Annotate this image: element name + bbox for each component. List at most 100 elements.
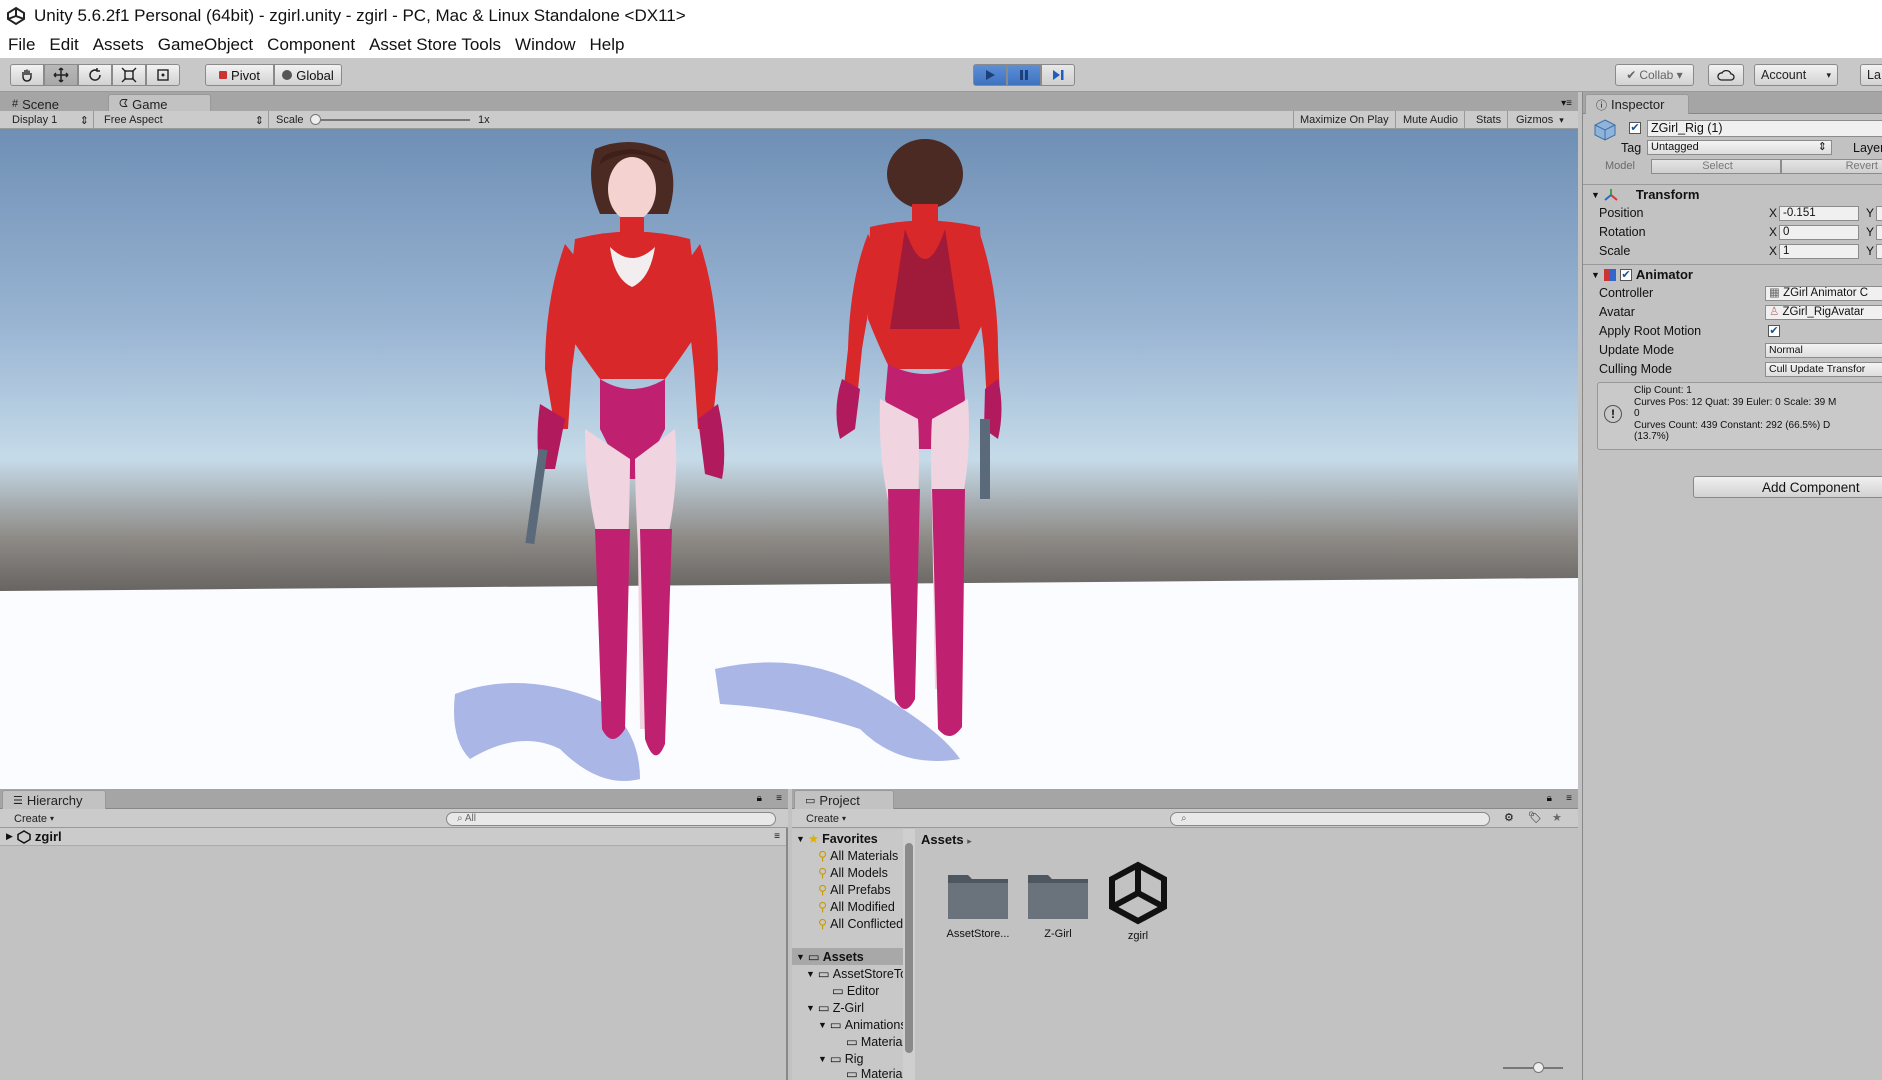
- asset-size-slider-thumb[interactable]: [1533, 1062, 1544, 1073]
- menu-edit[interactable]: Edit: [49, 35, 78, 55]
- active-checkbox[interactable]: ✔: [1629, 122, 1641, 134]
- tree-item[interactable]: ▼ ▭ Animations: [818, 1016, 907, 1033]
- controller-field[interactable]: ▦ ZGirl Animator C: [1765, 286, 1882, 301]
- pivot-button[interactable]: Pivot: [205, 64, 274, 86]
- collapse-arrow-icon: ▼: [1591, 189, 1600, 200]
- model-select-button[interactable]: Select: [1651, 159, 1781, 174]
- position-y-field[interactable]: [1876, 206, 1882, 221]
- list-icon: ☰: [13, 794, 23, 807]
- animator-header[interactable]: ▼ ✔ Animator: [1583, 264, 1882, 284]
- folder-icon: [948, 875, 1008, 919]
- gizmos-dropdown[interactable]: Gizmos ▾: [1510, 111, 1570, 129]
- hand-tool-button[interactable]: [10, 64, 44, 86]
- culling-mode-dropdown[interactable]: Cull Update Transfor: [1765, 362, 1882, 377]
- asset-size-slider[interactable]: [1503, 1062, 1563, 1073]
- scale-label: Scale: [276, 114, 304, 126]
- menu-assets[interactable]: Assets: [93, 35, 144, 55]
- mute-audio-toggle[interactable]: Mute Audio: [1397, 111, 1466, 129]
- favorites-header[interactable]: ▼ ★ Favorites: [792, 830, 878, 847]
- menu-file[interactable]: File: [8, 35, 35, 55]
- layers-dropdown[interactable]: La: [1860, 64, 1882, 86]
- menu-asset-store-tools[interactable]: Asset Store Tools: [369, 35, 501, 55]
- add-component-button[interactable]: Add Component: [1693, 476, 1882, 498]
- account-dropdown[interactable]: Account ▾: [1754, 64, 1838, 86]
- tree-item[interactable]: ⚲ All Modified: [818, 898, 895, 915]
- tree-scrollbar[interactable]: [903, 829, 915, 1080]
- tag-dropdown[interactable]: Untagged ⇕: [1647, 140, 1832, 155]
- hierarchy-scene-row[interactable]: ▶ zgirl ≡: [0, 828, 786, 846]
- panel-menu-icon[interactable]: ≡: [776, 793, 782, 804]
- step-button[interactable]: [1041, 64, 1075, 86]
- tab-hierarchy[interactable]: ☰ Hierarchy: [2, 790, 106, 809]
- dropdown-arrow-icon: ▾: [1826, 69, 1831, 80]
- asset-item[interactable]: AssetStore...: [933, 869, 1023, 940]
- panel-menu-icon[interactable]: ≡: [1566, 793, 1572, 804]
- filter-by-label-icon[interactable]: 🏷︎: [1528, 811, 1542, 824]
- asset-item[interactable]: Z-Girl: [1013, 869, 1103, 940]
- menu-help[interactable]: Help: [590, 35, 625, 55]
- tree-item[interactable]: ⚲ All Conflicted: [818, 915, 903, 932]
- tree-item[interactable]: ⚲ All Models: [818, 864, 888, 881]
- row-menu-icon[interactable]: ≡: [774, 831, 780, 842]
- scale-slider-thumb[interactable]: [310, 114, 321, 125]
- display-dropdown[interactable]: Display 1 ⇕: [6, 111, 94, 129]
- filter-by-type-icon[interactable]: ⚙: [1504, 811, 1514, 824]
- tree-item[interactable]: ⚲ All Prefabs: [818, 881, 891, 898]
- collab-label: Collab ▾: [1639, 68, 1683, 82]
- scale-slider[interactable]: [310, 114, 470, 125]
- rect-tool-button[interactable]: [146, 64, 180, 86]
- scale-tool-button[interactable]: [112, 64, 146, 86]
- apply-root-motion-checkbox[interactable]: ✔: [1768, 325, 1780, 337]
- expand-arrow-icon[interactable]: ▶: [6, 831, 13, 842]
- scale-x-field[interactable]: 1: [1779, 244, 1859, 259]
- aspect-label: Free Aspect: [104, 114, 163, 126]
- position-x-field[interactable]: -0.151: [1779, 206, 1859, 221]
- lock-icon[interactable]: 🔒︎: [1547, 793, 1552, 804]
- object-name-field[interactable]: ZGirl_Rig (1): [1647, 120, 1882, 137]
- tab-inspector[interactable]: ⓘ Inspector: [1585, 94, 1689, 114]
- collab-button[interactable]: ✔ Collab ▾: [1615, 64, 1694, 86]
- tree-item[interactable]: ▭ Editor: [832, 982, 879, 999]
- model-revert-button[interactable]: Revert: [1781, 159, 1882, 174]
- play-button[interactable]: [973, 64, 1007, 86]
- menu-component[interactable]: Component: [267, 35, 355, 55]
- project-create-dropdown[interactable]: Create ▾: [798, 810, 854, 827]
- game-viewport[interactable]: [0, 129, 1578, 789]
- maximize-on-play-toggle[interactable]: Maximize On Play: [1293, 111, 1396, 129]
- hierarchy-create-dropdown[interactable]: Create ▾: [6, 810, 62, 827]
- axis-y-label: Y: [1866, 244, 1875, 258]
- axis-y-label: Y: [1866, 206, 1875, 220]
- aspect-dropdown[interactable]: Free Aspect ⇕: [98, 111, 269, 129]
- pause-button[interactable]: [1007, 64, 1041, 86]
- avatar-field[interactable]: ♙ ZGirl_RigAvatar: [1765, 305, 1882, 320]
- tree-item[interactable]: ▭ Materials: [846, 1033, 912, 1050]
- transform-header[interactable]: ▼ Transform: [1583, 184, 1882, 204]
- rotate-tool-button[interactable]: [78, 64, 112, 86]
- favorite-star-icon[interactable]: ★: [1552, 811, 1562, 824]
- menu-gameobject[interactable]: GameObject: [158, 35, 253, 55]
- tab-project[interactable]: ▭ Project: [794, 790, 894, 809]
- global-button[interactable]: Global: [274, 64, 342, 86]
- hierarchy-search-input[interactable]: ⌕ All: [446, 812, 776, 826]
- stats-toggle[interactable]: Stats: [1470, 111, 1509, 129]
- tree-item[interactable]: ⚲ All Materials: [818, 847, 898, 864]
- scale-y-field[interactable]: [1876, 244, 1882, 259]
- tree-item[interactable]: ▼ ▭ Z-Girl: [806, 999, 864, 1016]
- tree-scrollbar-thumb[interactable]: [905, 843, 913, 1053]
- animator-enabled-checkbox[interactable]: ✔: [1619, 268, 1632, 281]
- tree-item[interactable]: ▭ Materials: [846, 1067, 912, 1080]
- update-mode-dropdown[interactable]: Normal: [1765, 343, 1882, 358]
- menu-window[interactable]: Window: [515, 35, 575, 55]
- rotation-x-field[interactable]: 0: [1779, 225, 1859, 240]
- assets-root-folder[interactable]: ▼ ▭ Assets: [792, 948, 903, 965]
- panel-menu-icon[interactable]: ▾≡: [1561, 98, 1572, 109]
- move-tool-button[interactable]: [44, 64, 78, 86]
- asset-item[interactable]: zgirl: [1093, 861, 1183, 942]
- rotation-y-field[interactable]: [1876, 225, 1882, 240]
- project-search-input[interactable]: ⌕: [1170, 812, 1490, 826]
- tree-item[interactable]: ▼ ▭ Rig: [818, 1050, 864, 1067]
- lock-icon[interactable]: 🔒︎: [757, 793, 762, 804]
- breadcrumb-assets[interactable]: Assets: [921, 832, 964, 847]
- cloud-button[interactable]: [1708, 64, 1744, 86]
- project-assets-grid: Assets ▸ AssetStore... Z-Girl zgirl: [915, 829, 1578, 1080]
